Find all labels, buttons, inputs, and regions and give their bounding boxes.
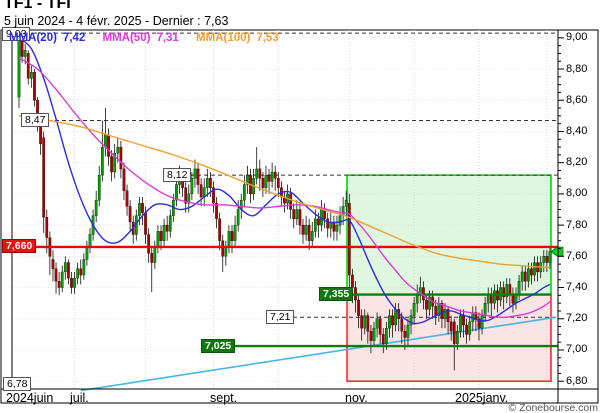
price-chart[interactable] bbox=[0, 0, 600, 413]
ma-legend-item: MMA(50) 7,31 bbox=[103, 32, 179, 44]
ma-legend-name: MMA(100) bbox=[196, 32, 250, 44]
ma-legend-name: MMA(50) bbox=[103, 32, 151, 44]
ma-legend-value: 7,31 bbox=[156, 32, 178, 44]
chart-window: 9,008,808,608,408,208,007,807,607,407,20… bbox=[0, 0, 600, 413]
ma-legend-value: 7,42 bbox=[63, 32, 85, 44]
ma-legend-name: MMA(20) bbox=[9, 32, 57, 44]
ma-legend-item: MMA(20) 7,42 bbox=[9, 32, 85, 44]
ma-legend-item: MMA(100) 7,53 bbox=[196, 32, 279, 44]
zones bbox=[347, 175, 551, 381]
resistance-zone bbox=[347, 175, 551, 294]
ma-legend-value: 7,53 bbox=[256, 32, 278, 44]
chart-subtitle: 5 juin 2024 - 4 févr. 2025 - Dernier : 7… bbox=[4, 14, 228, 28]
page-title: TF1 - TFI bbox=[4, 0, 71, 13]
watermark: © Zonebourse.com bbox=[509, 402, 598, 413]
ma-legend: MMA(20) 7,42 MMA(50) 7,31 MMA(100) 7,53 bbox=[9, 32, 293, 44]
